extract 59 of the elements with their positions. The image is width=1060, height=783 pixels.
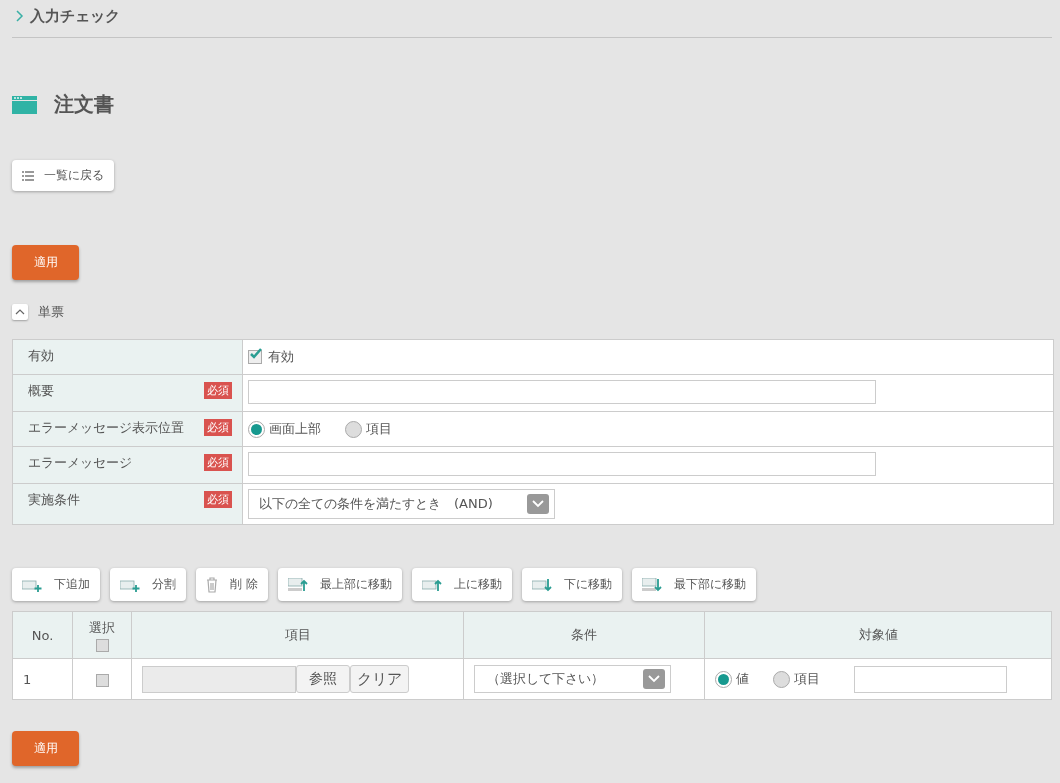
- checkbox-label: 有効: [268, 348, 294, 366]
- column-header: 項目: [131, 611, 464, 659]
- field-label: エラーメッセージ表示位置: [28, 419, 184, 437]
- rows-arrow-icon: [120, 577, 140, 592]
- rows-arrow-icon: [641, 577, 662, 592]
- toolbar-button[interactable]: 下追加: [12, 568, 100, 601]
- text-field[interactable]: [248, 380, 876, 404]
- field-label: 有効: [28, 347, 54, 365]
- toolbar-button[interactable]: 上に移動: [411, 568, 512, 601]
- radio-label: 項目: [794, 670, 820, 688]
- breadcrumb-title: 入力チェック: [30, 6, 120, 26]
- required-badge: 必須: [204, 491, 232, 508]
- rows-arrow-icon: [22, 577, 42, 592]
- rows-arrow-icon: [287, 577, 308, 592]
- radio-label: 画面上部: [269, 420, 321, 438]
- radio-label: 値: [736, 670, 749, 688]
- toolbar-button[interactable]: 下に移動: [521, 568, 622, 601]
- collapse-toggle[interactable]: [12, 304, 28, 320]
- toolbar-button[interactable]: 分割: [110, 568, 186, 601]
- required-badge: 必須: [204, 419, 232, 436]
- page-title: 注文書: [54, 91, 114, 118]
- row-number: 1: [12, 658, 73, 700]
- required-badge: 必須: [204, 454, 232, 471]
- text-field[interactable]: [248, 452, 876, 476]
- radio-button[interactable]: [248, 420, 265, 438]
- clear-button[interactable]: クリア: [350, 665, 409, 693]
- column-header: No.: [12, 611, 73, 659]
- toolbar-button[interactable]: 削 除: [196, 568, 268, 601]
- radio-button[interactable]: [345, 420, 362, 438]
- field-label: 概要: [28, 382, 54, 400]
- field-label: 実施条件: [28, 491, 80, 509]
- rows-arrow-icon: [421, 577, 442, 592]
- condition-dropdown[interactable]: 以下の全ての条件を満たすとき (AND): [248, 489, 555, 519]
- radio-label: 項目: [366, 420, 392, 438]
- chevron-right-icon: [16, 10, 24, 22]
- rows-arrow-icon: [531, 577, 552, 592]
- column-header: 条件: [463, 611, 705, 659]
- toolbar-button[interactable]: 最下部に移動: [631, 568, 756, 601]
- section-title: 単票: [38, 303, 64, 321]
- trash-icon: [206, 576, 218, 593]
- required-badge: 必須: [204, 382, 232, 399]
- chevron-icon: [15, 309, 25, 315]
- column-header: 対象値: [704, 611, 1052, 659]
- condition-dropdown[interactable]: （選択して下さい）: [474, 665, 671, 693]
- back-to-list-button[interactable]: 一覧に戻る: [12, 160, 114, 191]
- browse-button[interactable]: 参照: [296, 665, 350, 693]
- checkbox[interactable]: [248, 350, 262, 364]
- chevron-down-icon: [643, 669, 665, 689]
- radio-button[interactable]: [773, 670, 790, 688]
- row-checkbox[interactable]: [95, 673, 109, 687]
- toolbar-button[interactable]: 最上部に移動: [277, 568, 402, 601]
- select-all-checkbox[interactable]: [95, 638, 109, 652]
- column-title: 選択: [89, 619, 115, 635]
- radio-button[interactable]: [715, 670, 732, 688]
- list-icon: [22, 170, 34, 181]
- field-label: エラーメッセージ: [28, 454, 132, 472]
- chevron-down-icon: [527, 494, 549, 514]
- window-icon: [12, 95, 37, 114]
- value-field[interactable]: [854, 665, 1007, 693]
